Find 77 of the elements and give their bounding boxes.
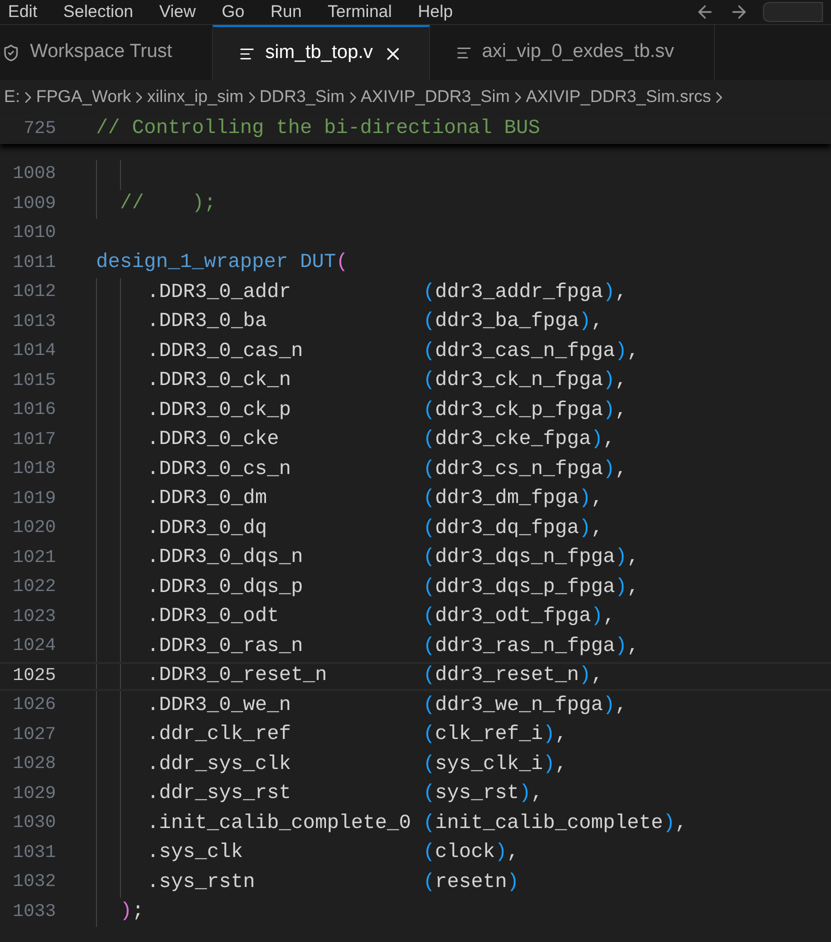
code-line: .sys_clk (clock), (146, 840, 520, 866)
code-line: .DDR3_0_dqs_p (ddr3_dqs_p_fpga), (146, 574, 640, 601)
code-line: // Controlling the bi-directional BUS (96, 116, 540, 142)
code-line: design_1_wrapper DUT( (96, 250, 348, 276)
code-line: .DDR3_0_ras_n (ddr3_ras_n_fpga), (146, 634, 640, 660)
editor-tab[interactable]: sim_tb_top.v (213, 25, 430, 80)
menu-item[interactable]: Help (418, 0, 453, 25)
chevron-icon (25, 92, 32, 102)
line-number: 1009 (12, 192, 56, 216)
line-number: 1025 (12, 664, 56, 688)
line-number: 1028 (12, 753, 56, 776)
menu-item[interactable]: Run (270, 0, 302, 25)
menu-item[interactable]: Selection (63, 0, 134, 25)
line-number: 1010 (12, 222, 56, 246)
chevron-icon (350, 92, 356, 102)
line-number: 1027 (12, 724, 56, 747)
code-line: .DDR3_0_we_n (ddr3_we_n_fpga), (146, 692, 628, 719)
line-number: 1016 (12, 399, 56, 422)
editor-tab[interactable]: axi_vip_0_exdes_tb.sv (430, 25, 716, 80)
line-number: 1018 (12, 458, 56, 482)
code-line: .DDR3_0_addr (ddr3_addr_fpga), (146, 280, 628, 306)
code-line: // ); (119, 191, 216, 218)
code-line: .DDR3_0_ck_n (ddr3_ck_n_fpga), (146, 368, 628, 394)
menu-item[interactable]: View (159, 0, 196, 25)
line-number: 1019 (12, 488, 56, 511)
line-number: 1023 (12, 606, 56, 629)
code-line: .DDR3_0_odt (ddr3_odt_fpga), (146, 604, 616, 630)
code-line: .ddr_clk_ref (clk_ref_i), (146, 722, 568, 748)
code-line: .init_calib_complete_0 (init_calib_complete), (146, 810, 688, 837)
code-line: .sys_rstn (resetn) (146, 870, 520, 896)
breadcrumb-item[interactable]: xilinx_ip_sim (147, 84, 244, 110)
breadcrumb-item[interactable]: E: (4, 84, 20, 110)
line-number: 1014 (12, 340, 56, 364)
menu-item[interactable]: Terminal (328, 0, 392, 25)
code-line: .DDR3_0_dm (ddr3_dm_fpga), (146, 486, 604, 512)
line-number: 1008 (12, 163, 56, 186)
line-number: 1013 (12, 310, 56, 334)
breadcrumb-item[interactable]: AXIVIP_DDR3_Sim (360, 84, 510, 110)
line-number: 1015 (12, 370, 56, 393)
breadcrumb-item[interactable]: FPGA_Work (36, 84, 132, 110)
menu-item[interactable]: Go (222, 0, 244, 25)
line-number: 1024 (12, 635, 56, 658)
breadcrumb-item[interactable]: AXIVIP_DDR3_Sim.srcs (526, 84, 712, 110)
line-number: 1021 (12, 546, 56, 570)
line-number: 725 (22, 118, 56, 140)
code-line: .ddr_sys_rst (sys_rst), (146, 781, 544, 808)
code-line: ); (119, 899, 144, 926)
shield-icon (2, 44, 20, 62)
line-number: 1033 (12, 900, 56, 924)
search-field[interactable] (763, 2, 823, 22)
chevron-icon (136, 92, 142, 102)
file-lines-icon (239, 46, 256, 62)
file-lines-icon (456, 44, 472, 60)
line-number: 1011 (12, 252, 56, 275)
code-line: .DDR3_0_reset_n (ddr3_reset_n), (146, 663, 604, 690)
code-line: .DDR3_0_cs_n (ddr3_cs_n_fpga), (146, 456, 628, 483)
menu-item[interactable]: Edit (8, 0, 38, 25)
code-line: .DDR3_0_cke (ddr3_cke_fpga), (146, 427, 616, 454)
line-number: 1029 (12, 782, 56, 806)
line-number: 1012 (12, 281, 56, 304)
line-number: 1017 (12, 428, 56, 452)
code-line: .DDR3_0_ba (ddr3_ba_fpga), (146, 309, 604, 336)
line-number: 1030 (12, 812, 56, 836)
line-number: 1026 (12, 694, 56, 718)
code-line: .ddr_sys_clk (sys_clk_i), (146, 752, 568, 778)
line-number: 1020 (12, 517, 56, 540)
code-line: .DDR3_0_dq (ddr3_dq_fpga), (146, 516, 604, 542)
chevron-icon (716, 92, 722, 102)
chevron-icon (248, 92, 255, 102)
code-line: .DDR3_0_dqs_n (ddr3_dqs_n_fpga), (146, 545, 640, 572)
code-line: .DDR3_0_ck_p (ddr3_ck_p_fpga), (146, 398, 628, 424)
chevron-icon (514, 92, 521, 102)
line-number: 1032 (12, 871, 56, 894)
breadcrumb-item[interactable]: DDR3_Sim (260, 84, 345, 110)
line-number: 1031 (12, 842, 56, 865)
code-line: .DDR3_0_cas_n (ddr3_cas_n_fpga), (146, 338, 640, 365)
line-number: 1022 (12, 576, 56, 600)
